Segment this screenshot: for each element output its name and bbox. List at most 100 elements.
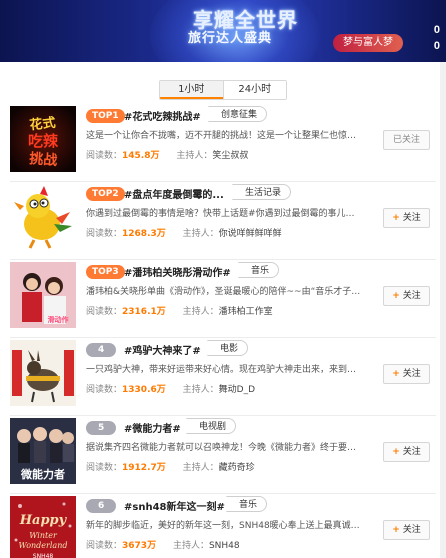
- reads-count: 3673万: [122, 541, 157, 551]
- host-name[interactable]: SNH48: [209, 541, 240, 551]
- reads-count: 145.8万: [122, 151, 160, 161]
- topic-title[interactable]: #盘点年度最倒霉的...: [124, 186, 224, 201]
- topic-title[interactable]: #潘玮柏关晓彤滑动作#: [124, 264, 231, 279]
- reads-label: 阅读数：: [86, 229, 123, 239]
- category-tag[interactable]: 电影: [207, 340, 249, 356]
- follow-button[interactable]: + 关注: [383, 286, 430, 306]
- topic-thumbnail[interactable]: [10, 340, 76, 406]
- category-tag[interactable]: 电视剧: [186, 418, 237, 434]
- follow-label: 关注: [402, 291, 421, 301]
- host-name[interactable]: 你说咩鲜鲜咩鲜: [219, 229, 282, 239]
- host-label: 主持人：: [182, 463, 219, 473]
- rank-badge: 6: [86, 499, 117, 513]
- topic-thumbnail[interactable]: 花式 吃辣 挑战: [10, 106, 76, 172]
- rank-badge: TOP1: [86, 109, 125, 123]
- svg-text:挑战: 挑战: [29, 150, 58, 169]
- category-tag[interactable]: 生活记录: [232, 184, 292, 200]
- follow-button[interactable]: + 关注: [383, 208, 430, 228]
- list-item[interactable]: Happy Winter Wonderland SNH48 6 #snh48新年…: [0, 494, 440, 558]
- topic-description: 潘玮柏&关晓彤单曲《滑动作》，圣诞最暖心的陪伴~~由“音乐才子”潘...: [86, 287, 362, 297]
- topic-description: 据说集齐四名微能力者就可以召唤神龙！今晚《微能力者》终于要大结局...: [86, 443, 362, 453]
- host-label: 主持人：: [182, 229, 219, 239]
- topic-thumbnail[interactable]: [10, 184, 76, 250]
- banner-subtitle: 旅行达人盛典: [188, 31, 273, 46]
- reads-count: 1268.3万: [122, 229, 166, 239]
- scrollbar[interactable]: [440, 62, 446, 558]
- followed-button[interactable]: 已关注: [383, 130, 430, 150]
- svg-text:滑动作: 滑动作: [48, 315, 69, 324]
- category-tag[interactable]: 创意征集: [208, 106, 268, 122]
- follow-button[interactable]: + 关注: [383, 364, 430, 384]
- plus-icon: +: [392, 291, 400, 301]
- reads-label: 阅读数：: [86, 151, 123, 161]
- list-item[interactable]: 4 #鸡驴大神来了# 电影 一只鸡驴大神，带来好运带来好心情。现在鸡驴大神走出来…: [0, 338, 440, 416]
- list-item[interactable]: 滑动作 TOP3 #潘玮柏关晓彤滑动作# 音乐 潘玮柏&关晓彤单曲《滑动作》，圣…: [0, 260, 440, 338]
- follow-button[interactable]: + 关注: [383, 520, 430, 540]
- rank-badge: 5: [86, 421, 117, 435]
- reads-label: 阅读数：: [86, 385, 123, 395]
- svg-text:Wonderland: Wonderland: [19, 541, 68, 550]
- reads-count: 2316.1万: [122, 307, 166, 317]
- reads-label: 阅读数：: [86, 541, 123, 551]
- category-tag[interactable]: 音乐: [226, 496, 268, 512]
- banner-counter-bottom: 0: [433, 40, 440, 52]
- reads-label: 阅读数：: [86, 307, 123, 317]
- topic-meta: 阅读数：1912.7万 主持人：藏药奇珍: [86, 460, 255, 473]
- host-label: 主持人：: [172, 541, 209, 551]
- follow-label: 关注: [402, 213, 421, 223]
- rank-badge: TOP3: [86, 265, 125, 279]
- plus-icon: +: [392, 213, 400, 223]
- topic-title[interactable]: #微能力者#: [124, 420, 181, 435]
- reads-label: 阅读数：: [86, 463, 123, 473]
- category-tag[interactable]: 音乐: [238, 262, 280, 278]
- tab-1-hour[interactable]: 1小时: [160, 81, 223, 99]
- tab-24-hours[interactable]: 24小时: [222, 81, 286, 99]
- svg-text:SNH48: SNH48: [33, 553, 54, 558]
- host-name[interactable]: 笑尘叔叔: [212, 151, 248, 161]
- time-range-tabs: 1小时 24小时: [159, 80, 287, 100]
- top-banner[interactable]: 享耀全世界 旅行达人盛典 梦与富人梦 0 0: [0, 0, 446, 62]
- follow-label: 关注: [402, 525, 421, 535]
- host-name[interactable]: 潘玮柏工作室: [219, 307, 273, 317]
- host-label: 主持人：: [176, 151, 213, 161]
- topic-description: 这是一个让你合不拢嘴，迈不开腿的挑战！这是一个让整果仁也惊奇的中...: [86, 131, 362, 141]
- follow-label: 关注: [402, 447, 421, 457]
- follow-button[interactable]: + 关注: [383, 442, 430, 462]
- rank-badge: 4: [86, 343, 117, 357]
- svg-text:微能力者: 微能力者: [20, 467, 65, 481]
- followed-label: 已关注: [392, 135, 420, 145]
- topic-meta: 阅读数：3673万 主持人：SNH48: [86, 538, 240, 551]
- topic-meta: 阅读数：2316.1万 主持人：潘玮柏工作室: [86, 304, 273, 317]
- topic-thumbnail[interactable]: 滑动作: [10, 262, 76, 328]
- topic-title[interactable]: #snh48新年这一刻#: [124, 498, 225, 513]
- svg-text:花式: 花式: [29, 115, 57, 134]
- banner-counter-top: 0: [433, 24, 440, 36]
- topic-meta: 阅读数：1330.6万 主持人：舞动D_D: [86, 382, 255, 395]
- reads-count: 1330.6万: [122, 385, 166, 395]
- plus-icon: +: [392, 447, 400, 457]
- host-name[interactable]: 舞动D_D: [219, 385, 255, 395]
- topic-description: 一只鸡驴大神，带来好运带来好心情。现在鸡驴大神走出来，来到你面前...: [86, 365, 362, 375]
- rank-badge: TOP2: [86, 187, 125, 201]
- svg-text:吃辣: 吃辣: [28, 132, 59, 150]
- topic-title[interactable]: #花式吃辣挑战#: [124, 108, 201, 123]
- topic-thumbnail[interactable]: 微能力者: [10, 418, 76, 484]
- topic-description: 新年的脚步临近，美好的新年这一刻，SNH48暖心奉上送上最真诚的祝福，...: [86, 521, 362, 531]
- topic-title[interactable]: #鸡驴大神来了#: [124, 342, 201, 357]
- host-label: 主持人：: [182, 307, 219, 317]
- topic-thumbnail[interactable]: Happy Winter Wonderland SNH48: [10, 496, 76, 558]
- follow-label: 关注: [402, 369, 421, 379]
- reads-count: 1912.7万: [122, 463, 166, 473]
- list-item[interactable]: 花式 吃辣 挑战 TOP1 #花式吃辣挑战# 创意征集 这是一个让你合不拢嘴，迈…: [0, 104, 440, 182]
- host-label: 主持人：: [182, 385, 219, 395]
- list-item[interactable]: 微能力者 5 #微能力者# 电视剧 据说集齐四名微能力者就可以召唤神龙！今晚《微…: [0, 416, 440, 494]
- list-item[interactable]: TOP2 #盘点年度最倒霉的... 生活记录 你遇到过最倒霉的事情是啥？快带上话…: [0, 182, 440, 260]
- topic-meta: 阅读数：145.8万 主持人：笑尘叔叔: [86, 148, 248, 161]
- topic-description: 你遇到过最倒霉的事情是啥？快带上话题#你遇到过最倒霉的事儿#一起参...: [86, 209, 362, 219]
- svg-text:Winter: Winter: [29, 531, 58, 540]
- plus-icon: +: [392, 525, 400, 535]
- svg-text:Happy: Happy: [19, 513, 68, 528]
- host-name[interactable]: 藏药奇珍: [219, 463, 255, 473]
- plus-icon: +: [392, 369, 400, 379]
- banner-pill: 梦与富人梦: [333, 34, 403, 52]
